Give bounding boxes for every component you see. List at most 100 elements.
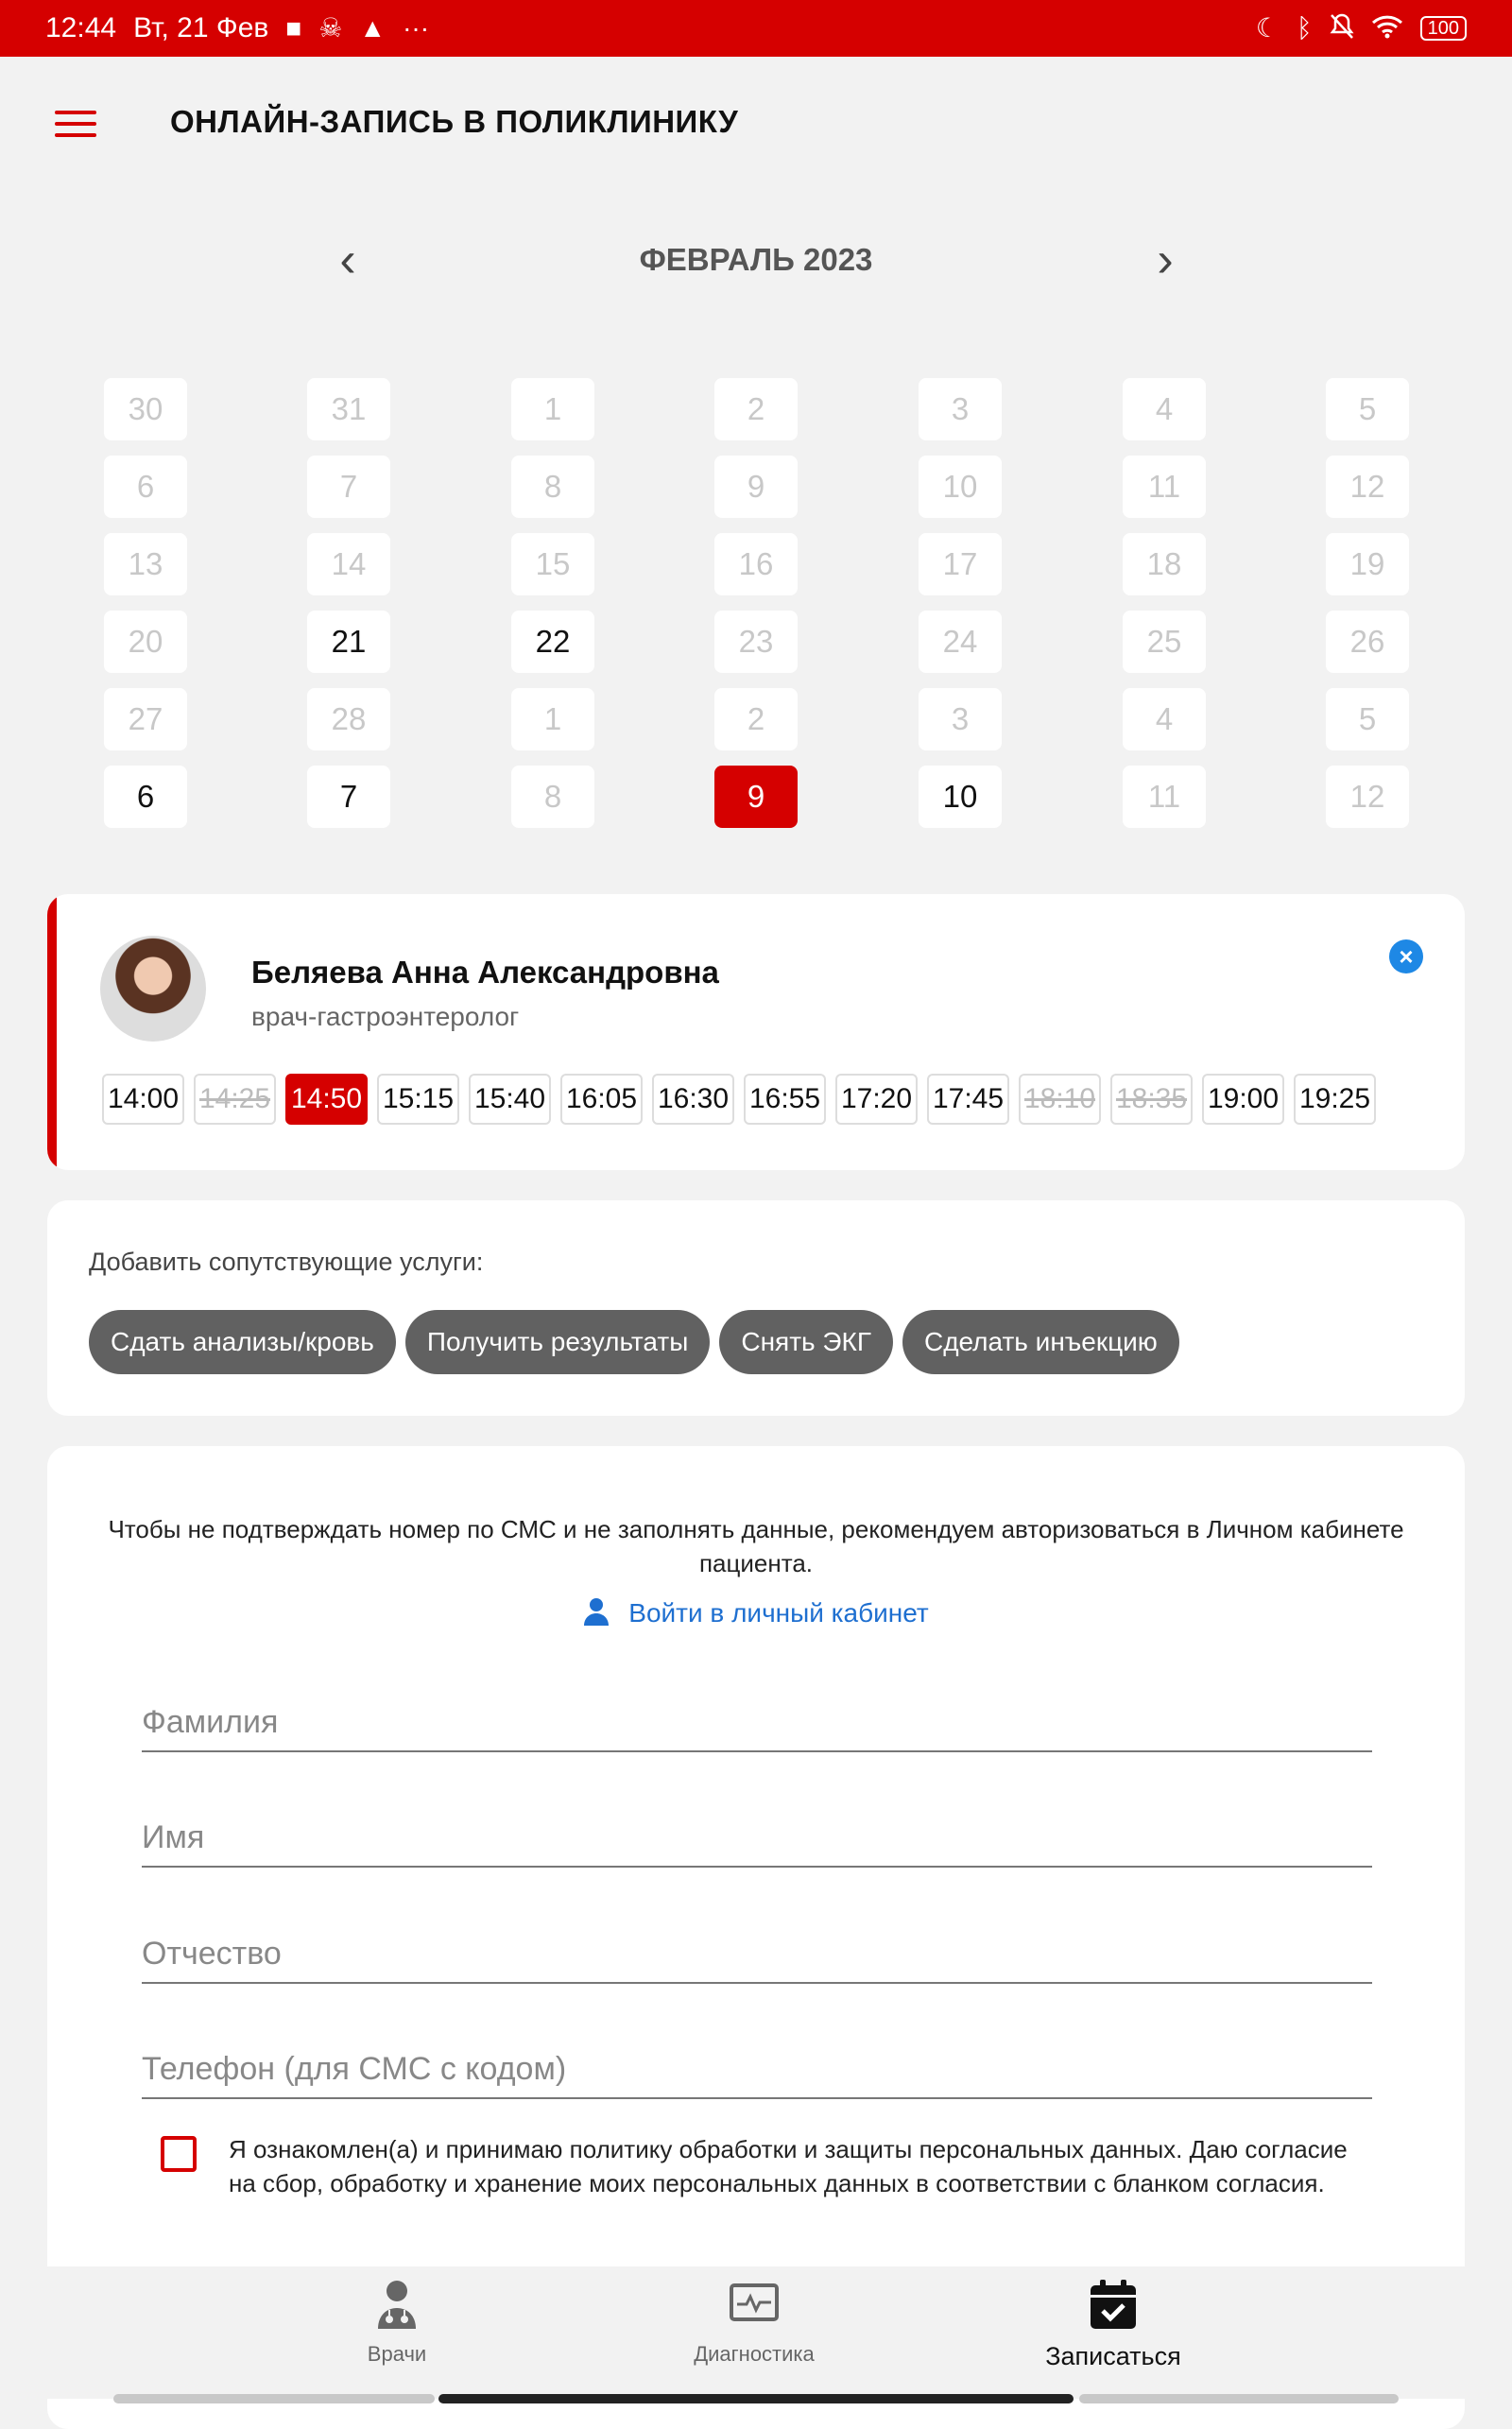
time-slots: 14:00 14:25 14:50 15:15 15:40 16:05 16:30 16:55… — [102, 1074, 1376, 1125]
time-slot[interactable]: 14:00 — [102, 1074, 184, 1125]
time-slot[interactable]: 15:40 — [469, 1074, 551, 1125]
month-navigation: ‹ ФЕВРАЛЬ 2023 › — [0, 227, 1512, 293]
nav-diagnostics-label: Диагностика — [694, 2342, 815, 2366]
time-slot: 18:10 — [1019, 1074, 1101, 1125]
calendar-day: 15 — [511, 533, 594, 595]
app-header: ОНЛАЙН-ЗАПИСЬ В ПОЛИКЛИНИКУ — [0, 57, 1512, 189]
auth-notice: Чтобы не подтверждать номер по СМС и не … — [108, 1515, 1404, 1577]
phone-input[interactable] — [142, 2041, 1372, 2097]
services-title: Добавить сопутствующие услуги: — [89, 1248, 484, 1276]
calendar-check-icon — [1091, 2280, 1136, 2329]
card-accent-bar — [47, 894, 57, 1170]
calendar-day: 3 — [919, 378, 1002, 440]
wifi-icon — [1371, 14, 1403, 43]
calendar-day: 31 — [307, 378, 390, 440]
chevron-right-icon[interactable]: › — [1137, 227, 1194, 293]
calendar-day: 20 — [104, 611, 187, 673]
nav-signup[interactable]: Записаться — [971, 2278, 1255, 2371]
calendar-day: 2 — [714, 688, 798, 750]
doctor-specialty: врач-гастроэнтеролог — [251, 1002, 520, 1031]
calendar-day[interactable]: 10 — [919, 766, 1002, 828]
bell-off-icon — [1330, 13, 1354, 44]
calendar-day: 5 — [1326, 688, 1409, 750]
battery-icon: 100 — [1419, 16, 1467, 41]
time-slot[interactable]: 16:05 — [560, 1074, 643, 1125]
calendar-day: 28 — [307, 688, 390, 750]
surname-input[interactable] — [142, 1694, 1372, 1750]
calendar-day: 19 — [1326, 533, 1409, 595]
patronymic-input[interactable] — [142, 1925, 1372, 1982]
page-title: ОНЛАЙН-ЗАПИСЬ В ПОЛИКЛИНИКУ — [170, 104, 739, 139]
time-slot[interactable]: 15:15 — [377, 1074, 459, 1125]
calendar-day: 27 — [104, 688, 187, 750]
menu-icon[interactable] — [55, 111, 96, 137]
status-date: Вт, 21 Фев — [133, 12, 269, 43]
bottom-navigation: Врачи Диагностика Записаться — [0, 2266, 1512, 2399]
close-icon[interactable]: × — [1389, 939, 1423, 973]
time-slot[interactable]: 17:20 — [835, 1074, 918, 1125]
consent-text: Я ознакомлен(а) и принимаю политику обра… — [229, 2135, 1348, 2197]
status-bar-left: 12:44 Вт, 21 Фев ■ ☠ ▲ ··· — [45, 12, 429, 44]
calendar-day: 17 — [919, 533, 1002, 595]
service-chip[interactable]: Получить результаты — [404, 1310, 711, 1374]
time-slot-selected[interactable]: 14:50 — [285, 1074, 368, 1125]
service-chip[interactable]: Снять ЭКГ — [719, 1310, 893, 1374]
calendar-day[interactable]: 6 — [104, 766, 187, 828]
nav-doctors-label: Врачи — [367, 2342, 427, 2366]
phone-field — [142, 2041, 1372, 2099]
doctor-name: Беляева Анна Александровна — [251, 955, 719, 990]
time-slot[interactable]: 16:30 — [652, 1074, 734, 1125]
login-link-label: Войти в личный кабинет — [628, 1598, 929, 1628]
service-chip[interactable]: Сдать анализы/кровь — [89, 1310, 396, 1374]
status-time: 12:44 — [45, 12, 117, 43]
calendar-day: 5 — [1326, 378, 1409, 440]
calendar-day: 11 — [1123, 766, 1206, 828]
calendar-day: 23 — [714, 611, 798, 673]
calendar-day: 30 — [104, 378, 187, 440]
moon-icon: ☾ — [1255, 13, 1280, 43]
warning-icon: ▲ — [359, 13, 387, 43]
status-bar-right: ☾ ᛒ 100 — [1256, 13, 1467, 44]
service-chip[interactable]: Сделать инъекцию — [902, 1310, 1179, 1374]
doctor-icon — [378, 2281, 416, 2329]
monitor-pulse-icon — [730, 2283, 779, 2321]
nav-diagnostics[interactable]: Диагностика — [612, 2278, 896, 2367]
calendar-day: 24 — [919, 611, 1002, 673]
time-slot[interactable]: 17:45 — [927, 1074, 1009, 1125]
calendar-day: 10 — [919, 456, 1002, 518]
first-name-field — [142, 1809, 1372, 1868]
surname-field — [142, 1694, 1372, 1752]
calendar-day: 1 — [511, 378, 594, 440]
nav-doctors[interactable]: Врачи — [255, 2278, 539, 2367]
calendar-day: 6 — [104, 456, 187, 518]
calendar-day: 18 — [1123, 533, 1206, 595]
calendar-day[interactable]: 22 — [511, 611, 594, 673]
calendar-day[interactable]: 7 — [307, 766, 390, 828]
month-label: ФЕВРАЛЬ 2023 — [639, 242, 873, 277]
login-link[interactable]: Войти в личный кабинет — [47, 1597, 1465, 1628]
time-slot[interactable]: 19:00 — [1202, 1074, 1284, 1125]
gesture-bar-left — [113, 2394, 435, 2403]
first-name-input[interactable] — [142, 1809, 1372, 1866]
gesture-bar-right — [1079, 2394, 1399, 2403]
calendar-day[interactable]: 21 — [307, 611, 390, 673]
more-icon: ··· — [403, 13, 430, 43]
calendar-day: 8 — [511, 456, 594, 518]
time-slot[interactable]: 16:55 — [744, 1074, 826, 1125]
consent-checkbox[interactable] — [161, 2136, 197, 2172]
nav-signup-label: Записаться — [1045, 2342, 1181, 2370]
calendar-day: 25 — [1123, 611, 1206, 673]
calendar-day: 9 — [714, 456, 798, 518]
calendar-day: 1 — [511, 688, 594, 750]
user-icon — [584, 1598, 610, 1626]
time-slot[interactable]: 19:25 — [1294, 1074, 1376, 1125]
service-chips: Сдать анализы/кровь Получить результаты Сн… — [89, 1310, 1179, 1374]
doctor-card: Беляева Анна Александровна врач-гастроэн… — [47, 894, 1465, 1170]
status-bar: 12:44 Вт, 21 Фев ■ ☠ ▲ ··· ☾ ᛒ 100 — [0, 0, 1512, 57]
calendar-day: 13 — [104, 533, 187, 595]
calendar-day: 4 — [1123, 688, 1206, 750]
calendar-day: 2 — [714, 378, 798, 440]
gesture-bar-home[interactable] — [438, 2394, 1074, 2403]
calendar-day: 26 — [1326, 611, 1409, 673]
calendar-day-selected[interactable]: 9 — [714, 766, 798, 828]
